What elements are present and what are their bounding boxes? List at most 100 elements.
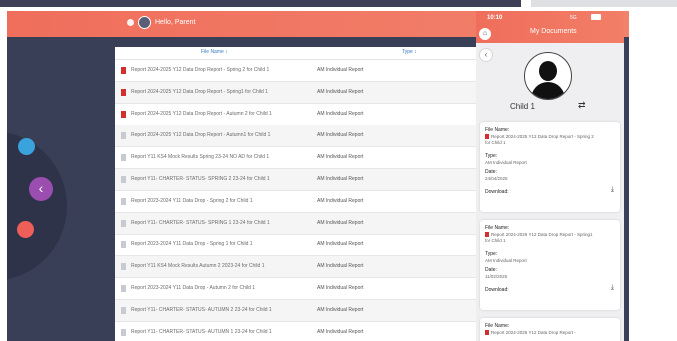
- document-icon: [121, 328, 126, 336]
- document-icon: [121, 219, 126, 227]
- type-label: Type:: [485, 153, 498, 159]
- file-name-cell[interactable]: Report 2024-2025 Y12 Data Drop Report - …: [131, 111, 272, 117]
- table-row[interactable]: Report Y11- CHARTER- STATUS- AUTUMN 1 23…: [115, 322, 477, 341]
- pdf-icon: [485, 134, 489, 140]
- document-icon: [121, 241, 126, 249]
- document-icon: [121, 285, 126, 292]
- document-icon: [121, 88, 126, 96]
- mobile-preview: 10:10 5G ⌂ My Documents ‹ Child 1 ⇄ File…: [476, 11, 624, 341]
- file-name-label: File Name:: [485, 225, 510, 231]
- table-row[interactable]: Report Y11 KS4 Mock Results Spring 23-24…: [115, 147, 477, 170]
- type-cell: AM Individual Report: [317, 263, 364, 270]
- type-cell: AM Individual Report: [317, 154, 364, 161]
- battery-icon: [591, 14, 601, 20]
- document-icon: [121, 176, 126, 183]
- file-name-cell[interactable]: Report 2023-2024 Y11 Data Drop - Spring …: [131, 241, 253, 247]
- file-name-cell[interactable]: Report 2024-2025 Y12 Data Drop Report - …: [131, 89, 268, 95]
- table-row[interactable]: Report 2024-2025 Y12 Data Drop Report - …: [115, 81, 477, 104]
- child-avatar: [524, 52, 572, 100]
- file-name-cell[interactable]: Report Y11 KS4 Mock Results Autumn 2 202…: [131, 263, 265, 269]
- settings-icon[interactable]: [127, 19, 134, 26]
- table-header: File Name ↕ Type ↕: [115, 47, 477, 60]
- table-row[interactable]: Report 2024-2025 Y12 Data Drop Report - …: [115, 125, 477, 148]
- file-name-cell[interactable]: Report 2023-2024 Y11 Data Drop - Spring …: [131, 198, 253, 204]
- column-type[interactable]: Type ↕: [402, 49, 417, 55]
- type-cell: AM Individual Report: [317, 197, 364, 204]
- document-card[interactable]: File Name: Report 2024-2025 Y12 Data Drop…: [480, 318, 620, 341]
- document-icon: [121, 110, 126, 118]
- type-cell: AM Individual Report: [317, 132, 364, 139]
- table-row[interactable]: Report 2023-2024 Y11 Data Drop - Spring …: [115, 191, 477, 213]
- chevron-left-icon: ‹: [38, 180, 44, 196]
- file-name-cell[interactable]: Report Y11- CHARTER- STATUS- SPRING 1 23…: [131, 220, 270, 226]
- avatar-body: [531, 82, 565, 99]
- file-name-label: File Name:: [485, 127, 510, 133]
- file-name-cell[interactable]: Report Y11 KS4 Mock Results Spring 23-24…: [131, 154, 269, 160]
- download-icon[interactable]: ⤓: [611, 284, 614, 292]
- file-name-value[interactable]: Report 2024-2025 Y12 Data Drop Report -: [485, 330, 597, 336]
- file-name-value[interactable]: Report 2024-2025 Y12 Data Drop Report - …: [485, 232, 597, 244]
- column-file-name[interactable]: File Name ↕: [201, 49, 228, 55]
- type-cell: AM Individual Report: [317, 285, 364, 291]
- table-row[interactable]: Report Y11- CHARTER- STATUS- SPRING 2 23…: [115, 169, 477, 191]
- type-cell: AM Individual Report: [317, 67, 364, 73]
- collapse-menu-button[interactable]: ‹: [29, 177, 53, 201]
- table-row[interactable]: Report 2024-2025 Y12 Data Drop Report - …: [115, 60, 477, 82]
- avatar[interactable]: [138, 16, 151, 29]
- type-cell: AM Individual Report: [317, 241, 364, 248]
- status-time: 10:10: [487, 15, 503, 21]
- file-name-cell[interactable]: Report 2024-2025 Y12 Data Drop Report - …: [131, 67, 269, 73]
- document-icon: [121, 263, 126, 271]
- table-row[interactable]: Report 2024-2025 Y12 Data Drop Report - …: [115, 104, 477, 126]
- back-button[interactable]: ‹: [479, 48, 493, 62]
- file-name-cell[interactable]: Report Y11- CHARTER- STATUS- AUTUMN 2 23…: [131, 307, 272, 313]
- greeting-text: Hello, Parent: [155, 19, 196, 26]
- file-name-cell[interactable]: Report Y11- CHARTER- STATUS- SPRING 2 23…: [131, 176, 270, 182]
- file-name-cell[interactable]: Report Y11- CHARTER- STATUS- AUTUMN 1 23…: [131, 329, 272, 335]
- document-icon: [121, 197, 126, 205]
- date-label: Date:: [485, 169, 497, 175]
- date-value: 24/04/2025: [485, 176, 508, 181]
- file-name-label: File Name:: [485, 323, 510, 329]
- document-card[interactable]: File Name: Report 2024-2025 Y12 Data Drop…: [480, 220, 620, 310]
- date-value: 11/02/2025: [485, 274, 508, 279]
- table-row[interactable]: Report Y11 KS4 Mock Results Autumn 2 202…: [115, 256, 477, 279]
- child-name: Child 1: [510, 102, 535, 111]
- type-cell: AM Individual Report: [317, 176, 364, 182]
- top-strip-dark: [0, 0, 521, 7]
- file-name-cell[interactable]: Report 2023-2024 Y11 Data Drop - Autumn …: [131, 285, 255, 291]
- document-icon: [121, 67, 126, 74]
- download-label: Download:: [485, 189, 509, 195]
- table-row[interactable]: Report Y11- CHARTER- STATUS- SPRING 1 23…: [115, 212, 477, 235]
- table-row[interactable]: Report 2023-2024 Y11 Data Drop - Autumn …: [115, 278, 477, 300]
- table-row[interactable]: Report 2023-2024 Y11 Data Drop - Spring …: [115, 234, 477, 257]
- menu-dot-red[interactable]: [17, 221, 34, 238]
- header-greeting-group: Hello, Parent: [127, 16, 195, 29]
- switch-child-icon[interactable]: ⇄: [578, 100, 586, 111]
- document-icon: [121, 306, 126, 314]
- avatar-head: [539, 61, 557, 81]
- network-status: 5G: [570, 15, 577, 21]
- document-card[interactable]: File Name: Report 2024-2025 Y12 Data Drop…: [480, 122, 620, 212]
- file-name-value[interactable]: Report 2024-2025 Y12 Data Drop Report - …: [485, 134, 597, 146]
- file-name-cell[interactable]: Report 2024-2025 Y12 Data Drop Report - …: [131, 132, 270, 138]
- home-icon[interactable]: ⌂: [479, 28, 491, 40]
- date-label: Date:: [485, 267, 497, 273]
- type-cell: AM Individual Report: [317, 110, 364, 117]
- menu-dot-blue[interactable]: [18, 138, 35, 155]
- document-icon: [121, 132, 126, 140]
- top-strip-light: [531, 0, 677, 7]
- table-row[interactable]: Report Y11- CHARTER- STATUS- AUTUMN 2 23…: [115, 299, 477, 322]
- type-value: AM Individual Report: [485, 258, 527, 263]
- type-label: Type:: [485, 251, 498, 257]
- documents-table: File Name ↕ Type ↕ Report 2024-2025 Y12 …: [115, 47, 477, 341]
- type-cell: AM Individual Report: [317, 306, 364, 313]
- file-name-text: Report 2024-2025 Y12 Data Drop Report -: [491, 330, 576, 335]
- pdf-icon: [485, 232, 489, 238]
- type-cell: AM Individual Report: [317, 88, 364, 95]
- file-name-text: Report 2024-2025 Y12 Data Drop Report - …: [485, 232, 593, 243]
- file-name-text: Report 2024-2025 Y12 Data Drop Report - …: [485, 134, 594, 145]
- pdf-icon: [485, 330, 489, 336]
- download-icon[interactable]: ⤓: [611, 186, 614, 194]
- download-label: Download:: [485, 287, 509, 293]
